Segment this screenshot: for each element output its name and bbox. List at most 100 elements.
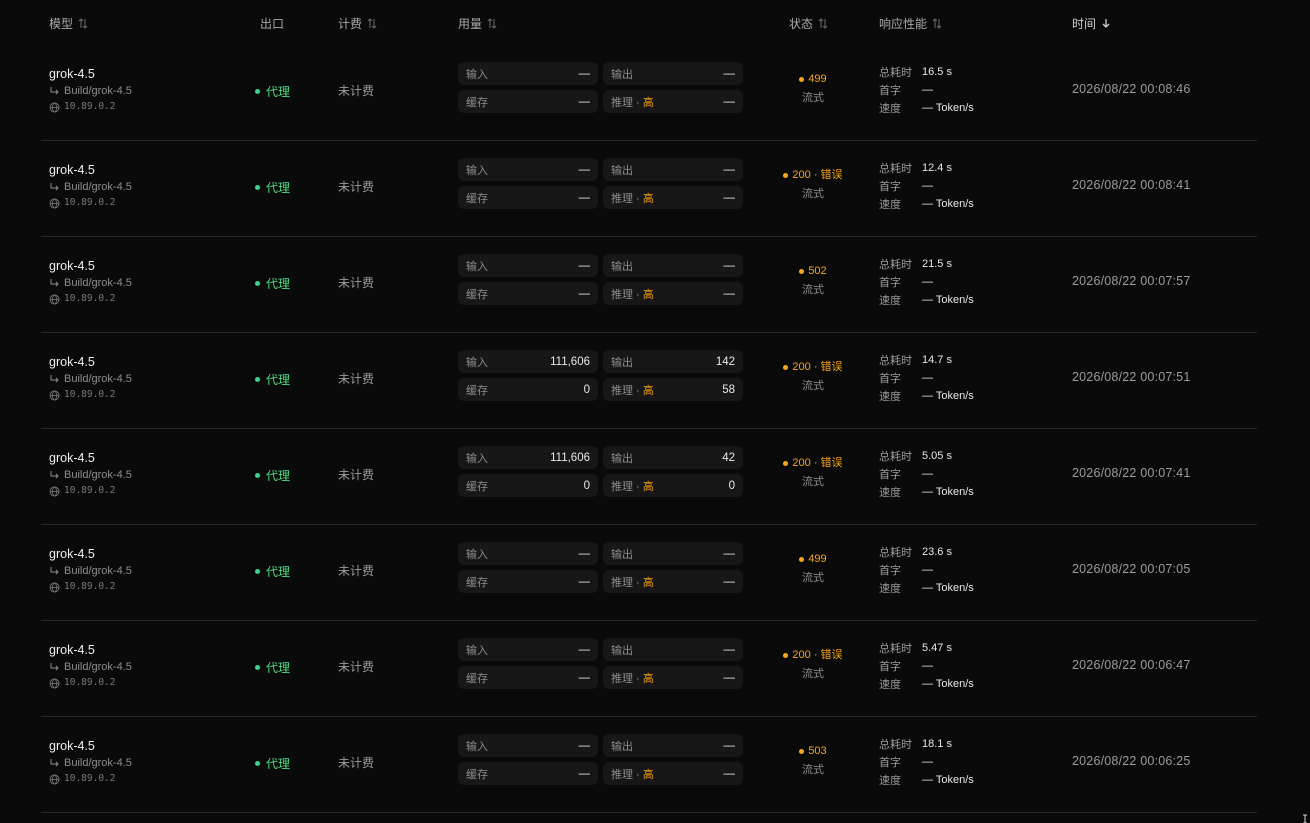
billing-status: 未计费 [338, 372, 375, 386]
status-cell: 200 · 错误 流式 [771, 168, 855, 201]
usage-output: 输出 — [603, 734, 743, 757]
column-header-label: 模型 [49, 17, 74, 31]
usage-input-value: — [578, 547, 591, 560]
usage-output-value: — [723, 259, 736, 272]
perf-total: 总耗时 5.47 s [879, 639, 974, 657]
perf-total: 总耗时 23.6 s [879, 543, 974, 561]
perf-speed: 速度 — Token/s [879, 483, 974, 501]
table-row[interactable]: grok-4.5 Build/grok-4.5 10.89.0.2 代理 未计费 [41, 333, 1257, 429]
perf-first-value: — [922, 468, 933, 480]
sort-icon[interactable] [78, 18, 88, 29]
column-header-billing[interactable]: 计费 [338, 15, 377, 32]
status-mode: 流式 [802, 380, 824, 392]
usage-input-value: — [578, 643, 591, 656]
perf-speed-value: — Token/s [922, 582, 974, 594]
column-header-time[interactable]: 时间 [1072, 15, 1111, 32]
usage-cache: 缓存 — [458, 186, 598, 209]
sort-desc-icon[interactable] [1101, 18, 1111, 29]
perf-total: 总耗时 18.1 s [879, 735, 974, 753]
status-dot-icon [783, 652, 789, 658]
sort-icon[interactable] [367, 18, 377, 29]
usage-reasoning: 推理 · 高 — [603, 762, 743, 785]
reasoning-prefix: 推理 [611, 480, 633, 493]
usage-cache-label: 缓存 [466, 384, 488, 397]
usage-output-value: 42 [722, 451, 735, 464]
timestamp: 2026/08/22 00:07:05 [1072, 562, 1191, 576]
reasoning-sep: · [633, 288, 643, 301]
usage-reasoning-label: 推理 · 高 [611, 286, 654, 302]
status-code: 200 · 错误 [771, 648, 855, 662]
exit-label: 代理 [266, 85, 291, 99]
reasoning-sep: · [633, 480, 643, 493]
sort-icon[interactable] [818, 18, 828, 29]
usage-reasoning-value: — [723, 575, 736, 588]
table-row[interactable]: grok-4.5 Build/grok-4.5 10.89.0.2 代理 未计费 [41, 525, 1257, 621]
corner-arrow-icon [49, 470, 60, 481]
sort-icon[interactable] [932, 18, 942, 29]
perf-first-label: 首字 [879, 661, 901, 673]
usage-cache-label: 缓存 [466, 576, 488, 589]
perf-speed: 速度 — Token/s [879, 675, 974, 693]
model-route: Build/grok-4.5 [49, 564, 132, 578]
table-row[interactable]: grok-4.5 Build/grok-4.5 10.89.0.2 代理 未计费 [41, 45, 1257, 141]
usage-input: 输入 — [458, 254, 598, 277]
status-dot-icon [255, 185, 260, 190]
usage-reasoning: 推理 · 高 — [603, 570, 743, 593]
usage-cache-label: 缓存 [466, 288, 488, 301]
table-row[interactable]: grok-4.5 Build/grok-4.5 10.89.0.2 代理 未计费 [41, 237, 1257, 333]
usage-output-label: 输出 [611, 740, 633, 753]
reasoning-level: 高 [642, 288, 654, 301]
reasoning-level: 高 [642, 384, 654, 397]
perf-speed-label: 速度 [879, 775, 901, 787]
column-header-perf[interactable]: 响应性能 [879, 15, 942, 32]
corner-arrow-icon [49, 278, 60, 289]
column-header-label: 状态 [789, 17, 814, 31]
usage-output: 输出 142 [603, 350, 743, 373]
status-cell: 503 流式 [771, 744, 855, 777]
usage-cache-label: 缓存 [466, 96, 488, 109]
sort-icon[interactable] [487, 18, 497, 29]
perf-total-label: 总耗时 [879, 547, 912, 559]
status-code: 499 [771, 552, 855, 566]
status-dot-icon [255, 665, 260, 670]
table-row[interactable]: grok-4.5 Build/grok-4.5 10.89.0.2 代理 未计费 [41, 621, 1257, 717]
usage-output: 输出 — [603, 542, 743, 565]
ip-address: 10.89.0.2 [64, 485, 116, 496]
reasoning-sep: · [633, 576, 643, 589]
usage-cache: 缓存 0 [458, 474, 598, 497]
globe-icon [49, 774, 60, 785]
column-header-usage[interactable]: 用量 [458, 15, 497, 32]
model-route: Build/grok-4.5 [49, 468, 132, 482]
perf-speed-value: — Token/s [922, 678, 974, 690]
perf-speed-value: — Token/s [922, 390, 974, 402]
usage-cell: 输入 111,606 输出 142 缓存 0 推理 · 高 58 [458, 350, 744, 401]
column-header-model[interactable]: 模型 [49, 15, 88, 32]
usage-cell: 输入 — 输出 — 缓存 — 推理 · 高 — [458, 158, 744, 209]
perf-cell: 总耗时 18.1 s 首字 — 速度 — Token/s [879, 735, 974, 789]
usage-input-label: 输入 [466, 740, 488, 753]
ip-address: 10.89.0.2 [64, 773, 116, 784]
resize-handle-icon[interactable] [1302, 811, 1308, 823]
usage-input-value: 111,606 [550, 451, 590, 464]
usage-input: 输入 — [458, 62, 598, 85]
status-code-label: 502 [808, 265, 827, 277]
exit-label: 代理 [266, 757, 291, 771]
corner-arrow-icon [49, 758, 60, 769]
table-row[interactable]: grok-4.5 Build/grok-4.5 10.89.0.2 代理 未计费 [41, 141, 1257, 237]
reasoning-prefix: 推理 [611, 576, 633, 589]
model-ip: 10.89.0.2 [49, 197, 132, 209]
usage-output-label: 输出 [611, 164, 633, 177]
usage-input-label: 输入 [466, 68, 488, 81]
perf-speed-value: — Token/s [922, 294, 974, 306]
corner-arrow-icon [49, 566, 60, 577]
timestamp: 2026/08/22 00:07:51 [1072, 370, 1191, 384]
reasoning-sep: · [633, 384, 643, 397]
table-row[interactable]: grok-4.5 Build/grok-4.5 10.89.0.2 代理 未计费 [41, 429, 1257, 525]
model-route-label: Build/grok-4.5 [64, 661, 132, 673]
table-row[interactable]: grok-4.5 Build/grok-4.5 10.89.0.2 代理 未计费 [41, 717, 1257, 813]
status-code-label: 499 [808, 553, 827, 565]
column-header-status[interactable]: 状态 [789, 15, 828, 32]
usage-reasoning-label: 推理 · 高 [611, 574, 654, 590]
perf-first: 首字 — [879, 561, 974, 579]
timestamp: 2026/08/22 00:06:47 [1072, 658, 1191, 672]
